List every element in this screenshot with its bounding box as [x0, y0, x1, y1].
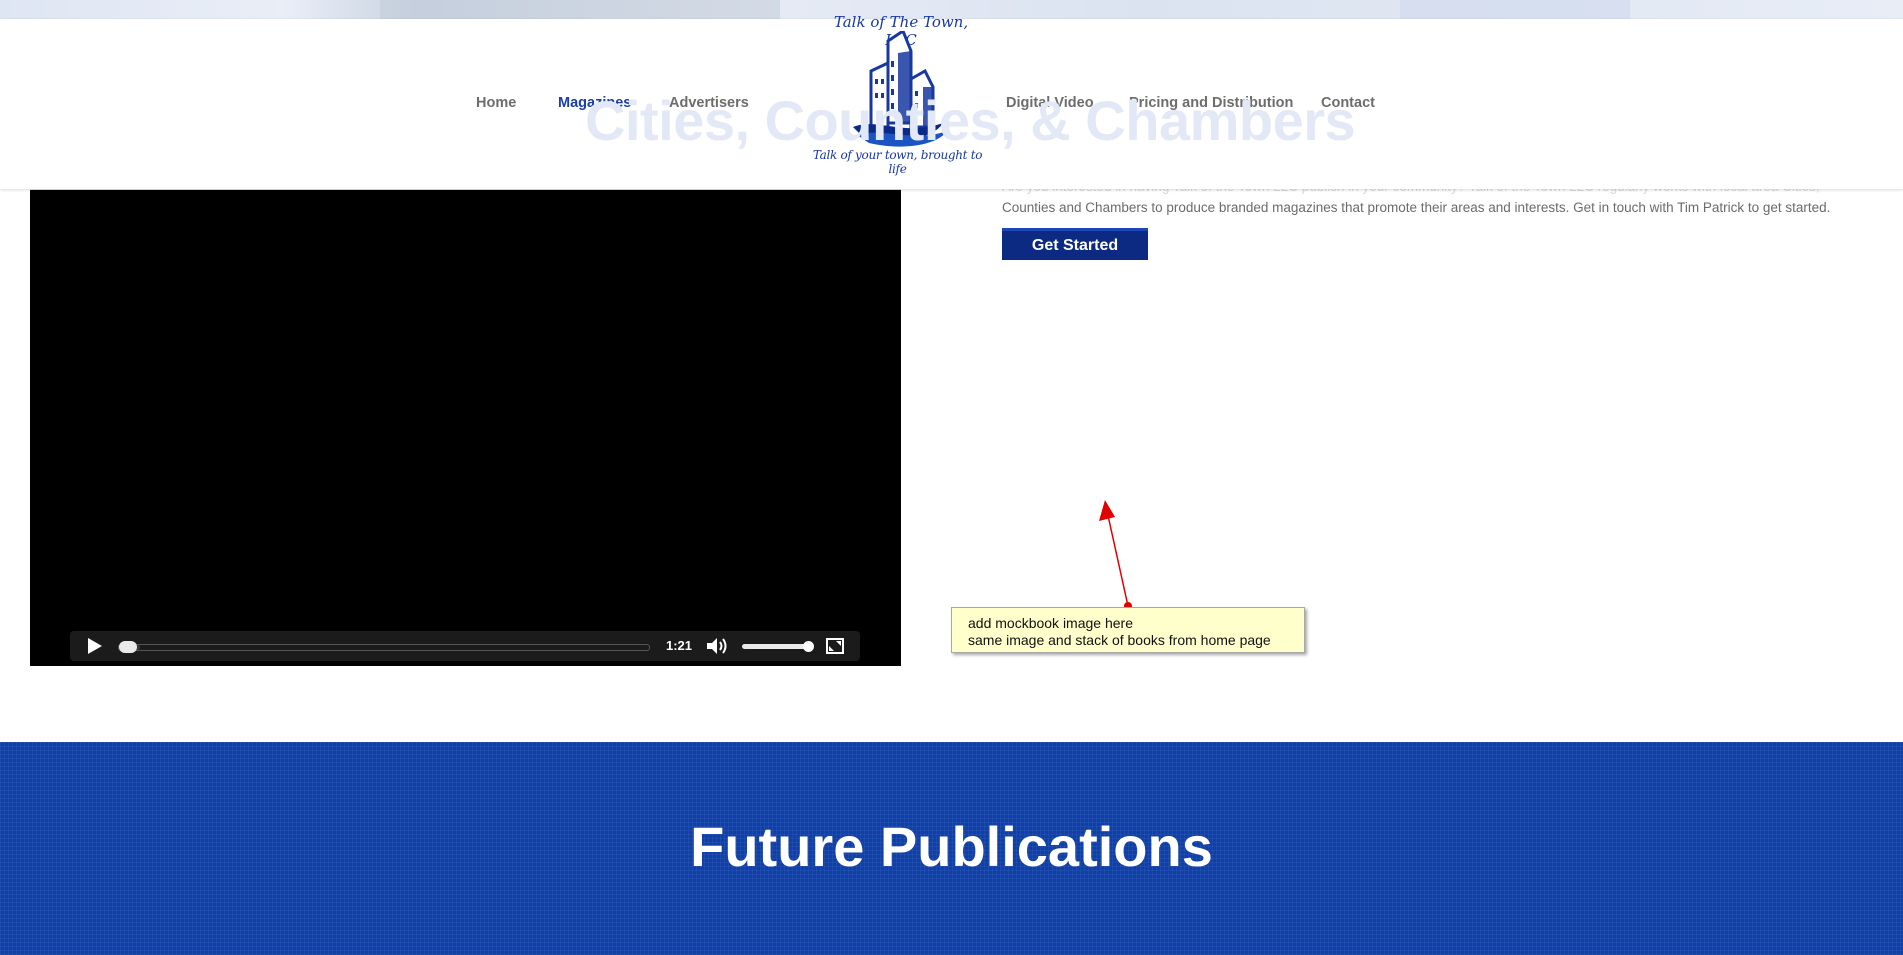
- video-progress-handle[interactable]: [119, 641, 137, 653]
- nav-home[interactable]: Home: [476, 95, 516, 111]
- future-publications-section: Future Publications: [0, 742, 1903, 955]
- volume-slider[interactable]: [742, 641, 814, 652]
- get-started-button[interactable]: Get Started: [1002, 228, 1148, 260]
- video-player[interactable]: 1:21: [30, 190, 901, 666]
- section-title: Cities, Counties, & Chambers: [585, 89, 1356, 152]
- play-icon[interactable]: [84, 637, 104, 655]
- annotation-line-1: add mockbook image here: [968, 615, 1133, 631]
- future-publications-title: Future Publications: [690, 815, 1213, 878]
- annotation-line-2: same image and stack of books from home …: [968, 632, 1271, 648]
- annotation-note[interactable]: add mockbook image here same image and s…: [951, 607, 1305, 653]
- volume-icon[interactable]: [706, 637, 728, 655]
- video-time: 1:21: [666, 638, 693, 653]
- fullscreen-icon[interactable]: [826, 638, 844, 654]
- video-progress-bar[interactable]: [118, 641, 650, 653]
- volume-handle[interactable]: [803, 641, 814, 652]
- video-controls: 1:21: [70, 631, 860, 661]
- intro-text: Counties and Chambers to produce branded…: [1002, 200, 1831, 215]
- annotation-arrow: [1099, 500, 1132, 610]
